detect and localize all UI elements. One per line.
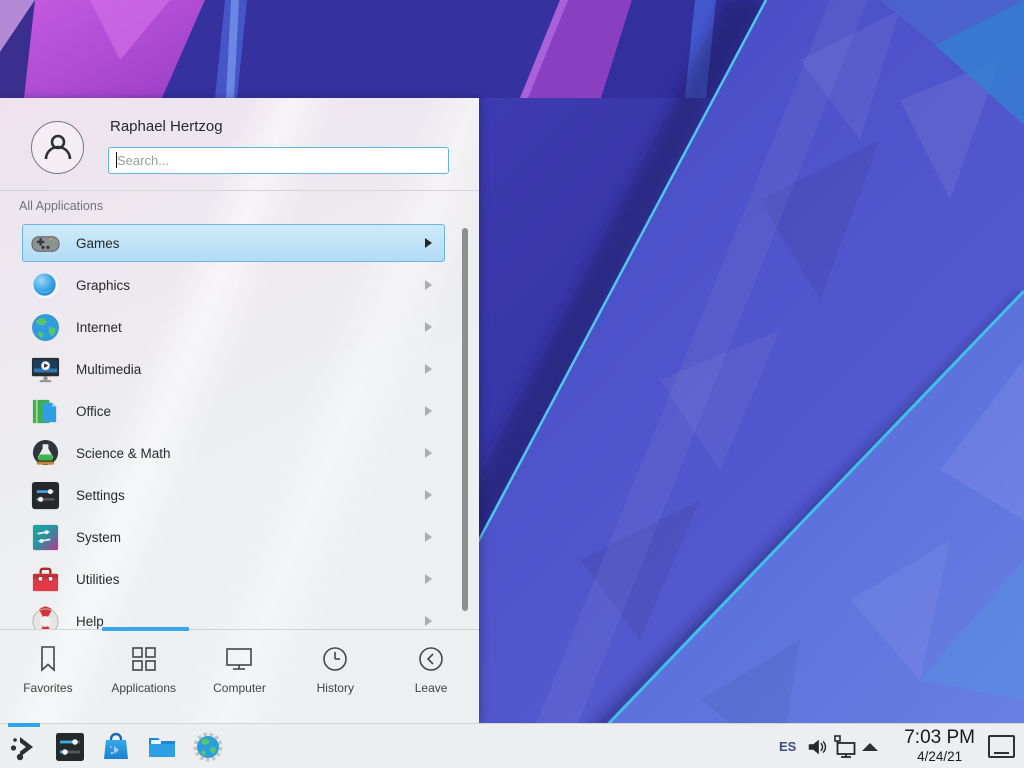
- text-caret: [116, 152, 117, 168]
- submenu-arrow-icon: [425, 490, 432, 500]
- clock-time: 7:03 PM: [904, 727, 975, 749]
- clock-date: 4/24/21: [904, 749, 975, 765]
- tab-favorites[interactable]: Favorites: [0, 630, 96, 723]
- category-multimedia[interactable]: Multimedia: [22, 350, 445, 388]
- clock-icon: [319, 643, 351, 675]
- application-launcher-button[interactable]: [8, 731, 40, 763]
- file-manager-button[interactable]: [146, 731, 178, 763]
- search-field[interactable]: [108, 147, 449, 174]
- launcher-tabbar: Favorites Applications Computer: [0, 629, 479, 723]
- category-list: Games Graphics: [22, 224, 445, 629]
- submenu-arrow-icon: [425, 448, 432, 458]
- taskbar-panel: ES 7:03 PM 4/24/21: [0, 723, 1024, 768]
- bookmark-icon: [32, 643, 64, 675]
- submenu-arrow-icon: [425, 406, 432, 416]
- tab-history[interactable]: History: [287, 630, 383, 723]
- category-office[interactable]: Office: [22, 392, 445, 430]
- category-science-math[interactable]: Science & Math: [22, 434, 445, 472]
- user-icon: [41, 131, 75, 165]
- submenu-arrow-icon: [425, 364, 432, 374]
- category-system[interactable]: System: [22, 518, 445, 556]
- user-avatar[interactable]: [31, 121, 84, 174]
- system-settings-button[interactable]: [54, 731, 86, 763]
- submenu-arrow-icon: [425, 532, 432, 542]
- category-internet[interactable]: Internet: [22, 308, 445, 346]
- category-help[interactable]: Help: [22, 602, 445, 629]
- system-icon: [30, 522, 61, 553]
- digital-clock[interactable]: 7:03 PM 4/24/21: [904, 727, 975, 765]
- submenu-arrow-icon: [425, 616, 432, 626]
- submenu-arrow-icon: [425, 574, 432, 584]
- grid-icon: [128, 643, 160, 675]
- volume-icon[interactable]: [806, 736, 828, 758]
- multimedia-icon: [30, 354, 61, 385]
- category-games[interactable]: Games: [22, 224, 445, 262]
- globe-gear-icon: [192, 731, 224, 763]
- tab-leave[interactable]: Leave: [383, 630, 479, 723]
- network-icon[interactable]: [833, 735, 857, 759]
- desktop: Raphael Hertzog All Applications Games: [0, 0, 1024, 768]
- show-desktop-button[interactable]: [988, 735, 1015, 758]
- submenu-arrow-icon: [425, 322, 432, 332]
- submenu-arrow-icon: [425, 280, 432, 290]
- section-label: All Applications: [19, 199, 103, 213]
- keyboard-layout-indicator[interactable]: ES: [779, 739, 796, 754]
- sliders-icon: [30, 480, 61, 511]
- browser-button[interactable]: [192, 731, 224, 763]
- tab-computer[interactable]: Computer: [192, 630, 288, 723]
- expand-tray-button[interactable]: [862, 743, 878, 751]
- globe-icon: [30, 312, 61, 343]
- category-utilities[interactable]: Utilities: [22, 560, 445, 598]
- category-settings[interactable]: Settings: [22, 476, 445, 514]
- sliders-icon: [54, 731, 86, 763]
- toolbox-icon: [30, 564, 61, 595]
- lifebuoy-icon: [30, 606, 61, 630]
- sphere-icon: [30, 270, 61, 301]
- tab-applications[interactable]: Applications: [96, 630, 192, 723]
- header-divider: [0, 190, 479, 191]
- submenu-arrow-icon: [425, 238, 432, 248]
- launcher-open-indicator: [8, 723, 40, 727]
- kickoff-icon: [8, 731, 40, 763]
- monitor-icon: [223, 643, 255, 675]
- search-input[interactable]: [108, 147, 449, 174]
- list-scrollbar[interactable]: [462, 228, 468, 611]
- category-graphics[interactable]: Graphics: [22, 266, 445, 304]
- gamepad-icon: [30, 228, 61, 259]
- folder-icon: [146, 731, 178, 763]
- application-launcher-popup: Raphael Hertzog All Applications Games: [0, 98, 479, 723]
- documents-icon: [30, 396, 61, 427]
- discover-button[interactable]: [100, 731, 132, 763]
- leave-icon: [415, 643, 447, 675]
- discover-bag-icon: [100, 731, 132, 763]
- active-tab-indicator: [102, 627, 189, 631]
- flask-icon: [30, 438, 61, 469]
- user-name: Raphael Hertzog: [110, 118, 223, 135]
